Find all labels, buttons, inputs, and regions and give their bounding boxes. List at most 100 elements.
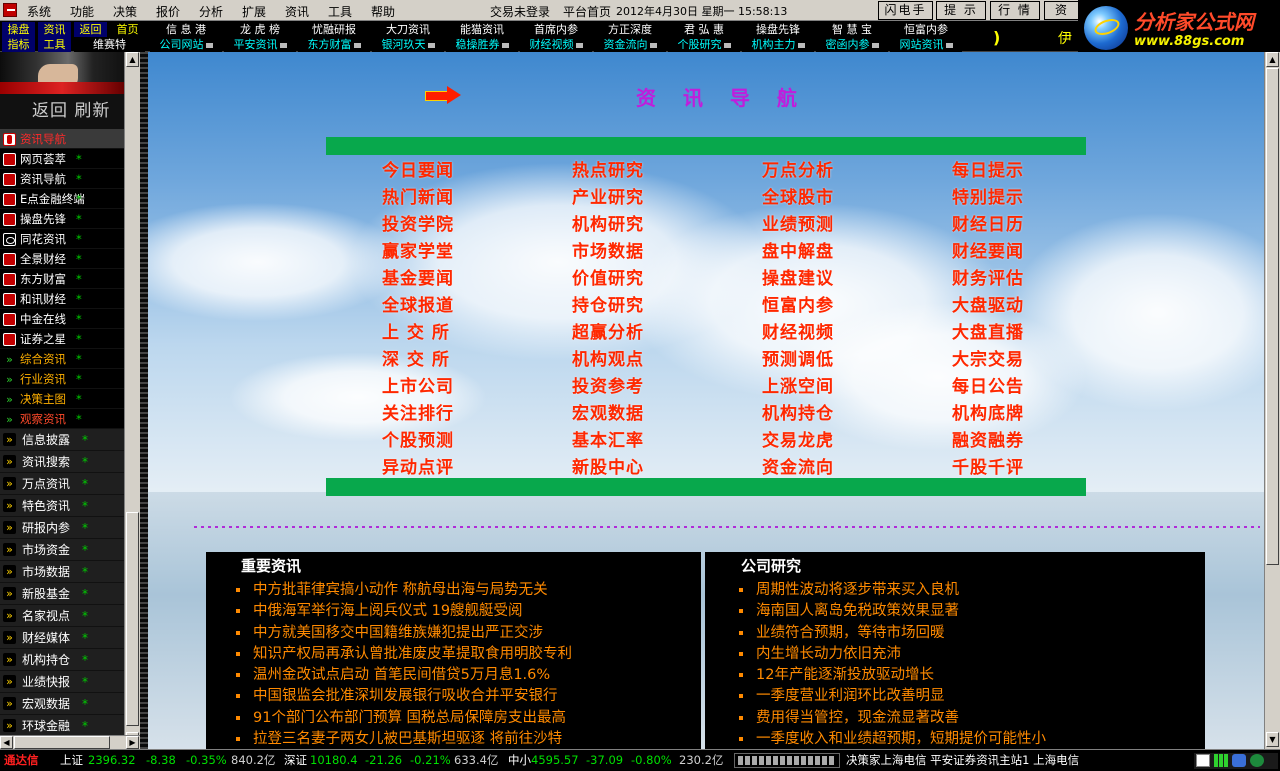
toolbar-tab-longhubang[interactable]: 龙 虎 榜 [224, 22, 296, 37]
toolbar-tab-wencao[interactable]: 稳操胜券 [446, 37, 518, 52]
toolbar-trade-button[interactable]: 操盘 [2, 22, 35, 37]
mail-icon[interactable] [1196, 754, 1210, 767]
news-item[interactable]: 海南国人离岛免税政策效果显著 [739, 601, 1205, 622]
sidebar-item[interactable]: 市场数据 * [0, 561, 124, 583]
toolbar-tab-shouxi[interactable]: 首席内参 [520, 22, 592, 37]
sidebar-item[interactable]: 同花资讯 * [0, 229, 124, 249]
toolbar-indicator-button[interactable]: 指标 [2, 37, 35, 52]
menu-function[interactable]: 功能 [70, 3, 94, 20]
nav-link[interactable]: 大盘驱动 [952, 291, 1024, 316]
sidebar-item[interactable]: 资讯导航 * [0, 169, 124, 189]
nav-link[interactable]: 关注排行 [382, 399, 454, 424]
sidebar-item[interactable]: 财经媒体 * [0, 627, 124, 649]
sidebar-item[interactable]: 市场资金 * [0, 539, 124, 561]
toolbar-tab-caopan[interactable]: 操盘先锋 [742, 22, 814, 37]
scroll-up-icon[interactable]: ▲ [126, 52, 139, 67]
nav-link[interactable]: 大盘直播 [952, 318, 1024, 343]
sidebar-item[interactable]: 机构持仓 * [0, 649, 124, 671]
toolbar-tab-dadao[interactable]: 大刀资讯 [372, 22, 444, 37]
news-item[interactable]: 拉登三名妻子两女儿被巴基斯坦驱逐 将前往沙特 [236, 729, 701, 749]
sidebar-back-refresh[interactable]: 返回 刷新 [0, 94, 124, 129]
news-item[interactable]: 12年产能逐渐投放驱动增长 [739, 665, 1205, 686]
platform-home-link[interactable]: 平台首页 [563, 3, 611, 20]
toolbar-tab-site-info[interactable]: 网站资讯 [890, 37, 962, 52]
menu-system[interactable]: 系统 [27, 3, 51, 20]
sidebar-item[interactable]: 名家视点 * [0, 605, 124, 627]
nav-link[interactable]: 今日要闻 [382, 156, 454, 181]
scroll-right-icon[interactable]: ▶ [126, 736, 139, 749]
toolbar-tab-hengfu[interactable]: 恒富内参 [890, 22, 962, 37]
sidebar-item[interactable]: 环球金融 * [0, 715, 124, 737]
nav-link[interactable]: 每日公告 [952, 372, 1024, 397]
nav-link[interactable]: 财经视频 [762, 318, 834, 343]
scroll-up-icon[interactable]: ▲ [1266, 52, 1279, 67]
toolbar-tab-pingan[interactable]: 平安资讯 [224, 37, 296, 52]
toolbar-info-button[interactable]: 资讯 [38, 22, 71, 37]
zx-index-label[interactable]: 中小 [508, 750, 531, 771]
nav-link[interactable]: 操盘建议 [762, 264, 834, 289]
nav-link[interactable]: 热门新闻 [382, 183, 454, 208]
sidebar-scroll-thumb[interactable] [126, 512, 139, 726]
toolbar-back-button[interactable]: 返回 [74, 22, 107, 37]
menu-quote[interactable]: 报价 [156, 3, 180, 20]
news-item[interactable]: 内生增长动力依旧充沛 [739, 644, 1205, 665]
sidebar-item[interactable]: 业绩快报 * [0, 671, 124, 693]
sidebar-item[interactable]: 资讯导航 [0, 129, 124, 149]
nav-link[interactable]: 机构观点 [572, 345, 644, 370]
nav-link[interactable]: 盘中解盘 [762, 237, 834, 262]
toolbar-tab-fund-flow[interactable]: 资金流向 [594, 37, 666, 52]
alert-button[interactable]: 提 示 [936, 1, 986, 20]
main-scrollbar[interactable]: ▲ ▼ [1264, 52, 1280, 749]
app-logo-icon[interactable] [3, 3, 17, 17]
toolbar-tab-nengmao[interactable]: 能猫资讯 [446, 22, 518, 37]
sidebar-item[interactable]: 信息披露 * [0, 429, 124, 451]
toolbar-tab-yourong[interactable]: 忧融研报 [298, 22, 370, 37]
nav-link[interactable]: 价值研究 [572, 264, 644, 289]
sidebar-item[interactable]: 万点资讯 * [0, 473, 124, 495]
nav-link[interactable]: 特别提示 [952, 183, 1024, 208]
toolbar-tab-secret[interactable]: 密函内参 [816, 37, 888, 52]
nav-link[interactable]: 热点研究 [572, 156, 644, 181]
nav-link[interactable]: 个股预测 [382, 426, 454, 451]
news-item[interactable]: 温州金改试点启动 首笔民间借贷5万月息1.6% [236, 665, 701, 686]
sidebar-item[interactable]: 决策主图 * [0, 389, 124, 409]
network-icon[interactable] [1232, 754, 1246, 767]
sidebar-scrollbar[interactable]: ▲ ▼ [124, 52, 140, 749]
menu-extend[interactable]: 扩展 [242, 3, 266, 20]
nav-link[interactable]: 财经日历 [952, 210, 1024, 235]
quotes-button[interactable]: 行 情 [990, 1, 1040, 20]
toolbar-tab-yinhe[interactable]: 银河玖天 [372, 37, 444, 52]
nav-link[interactable]: 资金流向 [762, 453, 834, 478]
sh-index-label[interactable]: 上证 [60, 750, 83, 771]
sidebar-item[interactable]: 中金在线 * [0, 309, 124, 329]
toolbar-tab-stock-research[interactable]: 个股研究 [668, 37, 740, 52]
status-icon[interactable] [1250, 754, 1264, 767]
toolbar-tab-company-site[interactable]: 公司网站 [150, 37, 222, 52]
nav-link[interactable]: 千股千评 [952, 453, 1024, 478]
toolbar-tab-institution[interactable]: 机构主力 [742, 37, 814, 52]
nav-link[interactable]: 产业研究 [572, 183, 644, 208]
sidebar-item[interactable]: 证券之星 * [0, 329, 124, 349]
news-item[interactable]: 中国银监会批准深圳发展银行吸收合并平安银行 [236, 686, 701, 707]
sidebar-item[interactable]: 宏观数据 * [0, 693, 124, 715]
nav-link[interactable]: 投资学院 [382, 210, 454, 235]
nav-link[interactable]: 融资融券 [952, 426, 1024, 451]
sidebar-hscrollbar[interactable]: ◀ ▶ [0, 735, 140, 749]
main-scroll-thumb[interactable] [1266, 68, 1279, 565]
nav-link[interactable]: 上涨空间 [762, 372, 834, 397]
toolbar-tab-video[interactable]: 财经视频 [520, 37, 592, 52]
nav-link[interactable]: 上 交 所 [382, 318, 450, 343]
sidebar-item[interactable]: 观察资讯 * [0, 409, 124, 429]
sidebar-item[interactable]: 综合资讯 * [0, 349, 124, 369]
sidebar-item[interactable]: 全景财经 * [0, 249, 124, 269]
nav-link[interactable]: 基本汇率 [572, 426, 644, 451]
nav-link[interactable]: 机构持仓 [762, 399, 834, 424]
menu-tools[interactable]: 工具 [328, 3, 352, 20]
menu-help[interactable]: 帮助 [371, 3, 395, 20]
news-item[interactable]: 费用得当管控，现金流显著改善 [739, 708, 1205, 729]
sidebar-item[interactable]: 新股基金 * [0, 583, 124, 605]
toolbar-tab-zhihuibao[interactable]: 智 慧 宝 [816, 22, 888, 37]
scroll-down-icon[interactable]: ▼ [1266, 732, 1279, 747]
nav-link[interactable]: 恒富内参 [762, 291, 834, 316]
sz-index-label[interactable]: 深证 [284, 750, 307, 771]
